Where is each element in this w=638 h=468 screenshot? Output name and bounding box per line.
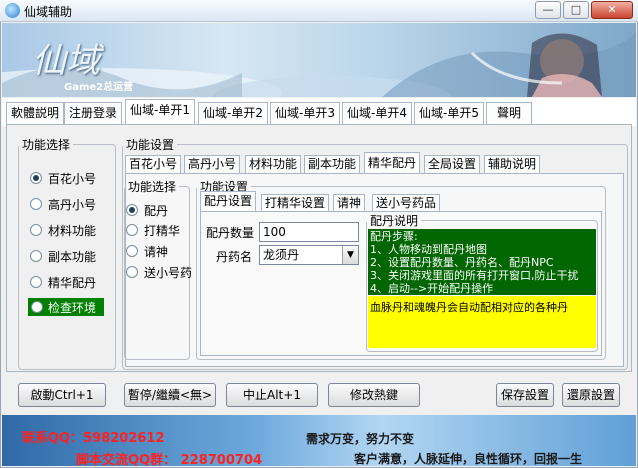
tab-register-login[interactable]: 注册登录: [64, 102, 123, 124]
tab-xianyu-2[interactable]: 仙域-单开2: [198, 102, 268, 124]
slogan-1: 需求万变，努力不变: [306, 432, 415, 446]
banner-logo: 仙域: [32, 41, 100, 81]
step-2: 2、设置配丹数量、丹药名、配丹NPC: [370, 256, 554, 269]
tab-xianyu-1[interactable]: 仙域-单开1: [125, 99, 195, 125]
radio-label: 副本功能: [48, 249, 97, 264]
subtab-dungeon[interactable]: 副本功能: [304, 155, 361, 173]
subtab-qingshen[interactable]: 请神: [333, 194, 366, 212]
radio-material[interactable]: 材料功能: [30, 222, 96, 238]
radio-icon: [31, 301, 43, 313]
radio-pidan[interactable]: 配丹: [126, 202, 168, 218]
tab-xianyu-4[interactable]: 仙域-单开4: [342, 102, 412, 124]
qq-group: 脚本交流QQ群： 228700704: [76, 453, 263, 468]
radio-label: 材料功能: [48, 223, 97, 238]
radio-label: 高丹小号: [48, 197, 97, 212]
subtab-baihua[interactable]: 百花小号: [125, 155, 182, 173]
tab-software-info[interactable]: 軟體説明: [6, 102, 65, 124]
radio-icon: [126, 224, 138, 236]
pause-button[interactable]: 暫停/繼續<無>: [124, 383, 216, 407]
steps-title: 配丹步骤:: [370, 230, 418, 243]
subtab-help[interactable]: 辅助说明: [484, 155, 541, 173]
radio-gaodan[interactable]: 高丹小号: [30, 196, 96, 212]
radio-label: 配丹: [144, 203, 169, 218]
radio-dajinghua[interactable]: 打精华: [126, 222, 180, 238]
radio-label: 请神: [144, 244, 169, 259]
step-4: 4、启动-->开始配丹操作: [370, 282, 494, 295]
pill-label: 丹药名: [216, 250, 253, 264]
save-settings-button[interactable]: 保存設置: [496, 383, 554, 407]
steps-box: 配丹步骤: 1、人物移动到配丹地图 2、设置配丹数量、丹药名、配丹NPC 3、关…: [368, 229, 596, 295]
info-legend: 配丹说明: [370, 214, 419, 228]
stop-button[interactable]: 中止Alt+1: [226, 383, 318, 407]
radio-dungeon[interactable]: 副本功能: [30, 248, 96, 264]
note-box: 血脉丹和魂魄丹会自动配相对应的各种丹: [368, 296, 596, 348]
radio-icon: [30, 250, 42, 262]
tab-xianyu-3[interactable]: 仙域-单开3: [270, 102, 340, 124]
start-button[interactable]: 啟動Ctrl+1: [18, 383, 106, 407]
pill-select-value: 龙须丹: [263, 248, 300, 262]
radio-label: 精华配丹: [48, 275, 97, 290]
radio-icon: [126, 266, 138, 278]
close-button[interactable]: ✕: [591, 1, 633, 19]
radio-qingshen[interactable]: 请神: [126, 243, 168, 259]
app-icon: [5, 3, 20, 18]
radio-icon: [126, 245, 138, 257]
restore-settings-button[interactable]: 還原設置: [562, 383, 620, 407]
radio-icon: [30, 224, 42, 236]
subtab-essence[interactable]: 精华配丹: [364, 152, 421, 174]
banner-image: 仙域 Game2总运营: [2, 23, 636, 97]
radio-label: 送小号药: [144, 265, 193, 280]
function-settings-legend: 功能设置: [126, 138, 175, 152]
subtab-material[interactable]: 材料功能: [245, 155, 302, 173]
pill-select[interactable]: 龙须丹 ▼: [259, 245, 359, 265]
radio-icon: [30, 276, 42, 288]
minimize-button[interactable]: —: [535, 1, 561, 19]
subtab-global[interactable]: 全局设置: [424, 155, 481, 173]
subtab-send-medicine[interactable]: 送小号药品: [372, 194, 441, 212]
window-title: 仙域辅助: [24, 5, 73, 19]
radio-label: 打精华: [144, 223, 181, 238]
radio-send-medicine[interactable]: 送小号药: [126, 264, 192, 280]
radio-selected-icon: [30, 172, 42, 184]
tab-statement[interactable]: 聲明: [486, 102, 533, 124]
radio-baihua[interactable]: 百花小号: [30, 170, 96, 186]
quantity-input[interactable]: 100: [259, 222, 359, 242]
radio-icon: [30, 198, 42, 210]
subtab-jinghua-settings[interactable]: 打精华设置: [261, 194, 330, 212]
banner-logo-sub: Game2总运营: [64, 82, 134, 93]
check-env-radio[interactable]: 检查环境: [28, 298, 104, 316]
contact-qq: 联系QQ：598202612: [22, 431, 165, 446]
edit-hotkey-button[interactable]: 修改熱鍵: [328, 383, 420, 407]
subtab-gaodan[interactable]: 高丹小号: [184, 155, 241, 173]
step-3: 3、关闭游戏里面的所有打开窗口,防止干扰: [370, 269, 579, 282]
maximize-button[interactable]: □: [563, 1, 589, 19]
subtab-pidan-settings[interactable]: 配丹设置: [200, 191, 257, 212]
function-select-legend: 功能选择: [22, 138, 71, 152]
radio-essence[interactable]: 精华配丹: [30, 274, 96, 290]
radio-label: 百花小号: [48, 171, 97, 186]
inner-select-legend: 功能选择: [128, 180, 177, 194]
tab-xianyu-5[interactable]: 仙域-单开5: [414, 102, 484, 124]
quantity-label: 配丹数量: [206, 226, 255, 240]
chevron-down-icon[interactable]: ▼: [342, 246, 358, 264]
step-1: 1、人物移动到配丹地图: [370, 243, 487, 256]
check-env-label: 检查环境: [48, 300, 97, 315]
slogan-2: 客户满意，人脉延伸，良性循环，回报一生: [354, 452, 583, 466]
radio-selected-icon: [126, 204, 138, 216]
